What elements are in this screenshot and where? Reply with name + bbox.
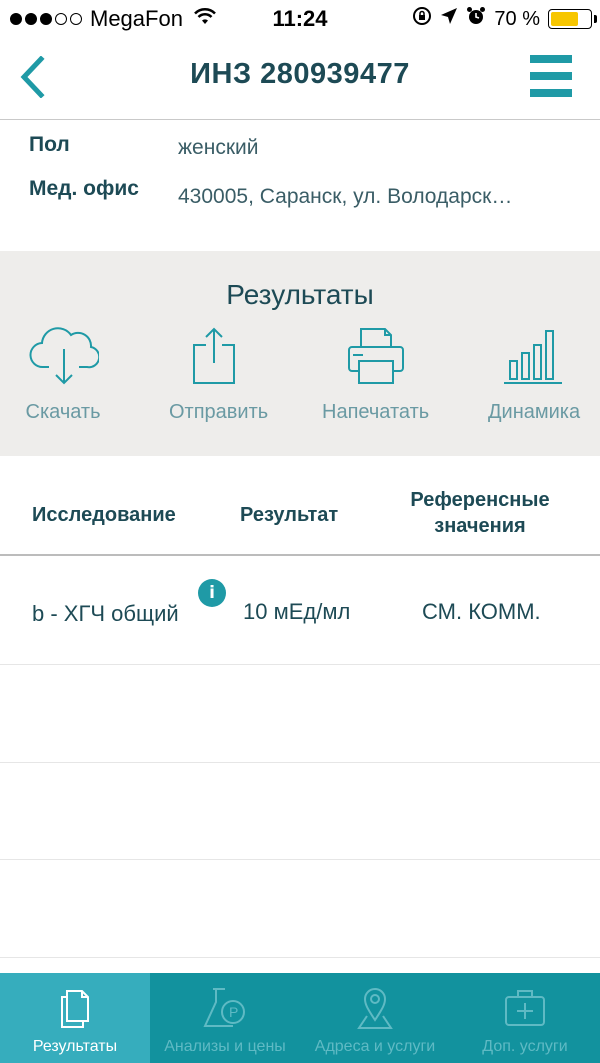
dynamics-label: Динамика (488, 401, 581, 423)
results-panel: Результаты Скачать Отправить Напечатать … (0, 251, 600, 456)
send-button[interactable]: Отправить (159, 323, 268, 424)
print-button[interactable]: Напечатать (322, 323, 429, 424)
tab-addresses[interactable]: Адреса и услуги (300, 973, 450, 1063)
tab-analyses-label: Анализы и цены (164, 1038, 286, 1055)
header-reference-line1: Референсные (410, 489, 550, 511)
location-icon (440, 7, 458, 31)
header-reference: Референсные значения (390, 487, 570, 539)
table-row[interactable]: b - ХГЧ общий i 10 мЕд/мл СМ. КОММ. (0, 557, 600, 665)
nav-bar: ИНЗ 280939477 (0, 38, 600, 120)
status-bar: MegaFon 11:24 70 % (0, 0, 600, 38)
page-title: ИНЗ 280939477 (190, 58, 410, 90)
tab-extra-services[interactable]: Доп. услуги (450, 973, 600, 1063)
test-reference: СМ. КОММ. (422, 599, 541, 624)
empty-row (0, 665, 600, 763)
info-icon[interactable]: i (198, 579, 226, 607)
tab-results-label: Результаты (32, 1038, 118, 1055)
map-pin-icon (350, 985, 400, 1031)
document-icon (50, 985, 100, 1031)
menu-button[interactable] (530, 55, 572, 97)
gender-label: Пол (29, 133, 70, 156)
gender-row: Пол женский (29, 133, 258, 160)
gender-value: женский (178, 136, 259, 159)
flask-icon: P (200, 985, 250, 1031)
medical-kit-icon (500, 985, 550, 1031)
office-row: Мед. офис 430005, Саранск, ул. Володарск… (29, 177, 512, 209)
share-icon (174, 323, 254, 389)
office-label: Мед. офис (29, 177, 139, 200)
send-label: Отправить (169, 401, 269, 423)
status-right: 70 % (412, 6, 597, 32)
battery-percent: 70 % (494, 7, 540, 30)
office-value[interactable]: 430005, Саранск, ул. Володарск… (178, 185, 512, 209)
tab-results[interactable]: Результаты (0, 973, 150, 1063)
empty-row (0, 763, 600, 860)
test-name: b - ХГЧ общий (32, 601, 179, 626)
tab-extra-services-label: Доп. услуги (482, 1038, 568, 1055)
test-result: 10 мЕд/мл (243, 599, 351, 624)
header-reference-line2: значения (434, 515, 526, 537)
print-label: Напечатать (322, 401, 430, 423)
tab-analyses[interactable]: P Анализы и цены (150, 973, 300, 1063)
results-table-header: Исследование Результат Референсные значе… (0, 456, 600, 556)
download-button[interactable]: Скачать (24, 323, 104, 424)
header-test: Исследование (32, 504, 176, 526)
printer-icon (336, 323, 416, 389)
rotation-lock-icon (412, 6, 432, 32)
bar-chart-icon (494, 323, 574, 389)
tab-bar: Результаты P Анализы и цены Адреса и усл… (0, 973, 600, 1063)
dynamics-button[interactable]: Динамика (488, 323, 580, 424)
battery-icon (548, 9, 597, 29)
empty-row (0, 860, 600, 958)
cloud-download-icon (24, 323, 104, 389)
header-result: Результат (240, 504, 339, 526)
battery-fill (551, 12, 578, 26)
download-label: Скачать (25, 401, 101, 423)
tab-addresses-label: Адреса и услуги (314, 1038, 436, 1055)
hamburger-icon (530, 55, 572, 63)
results-title: Результаты (226, 279, 374, 310)
svg-text:P: P (229, 1004, 238, 1020)
patient-info: Пол женский Мед. офис 430005, Саранск, у… (0, 121, 600, 251)
alarm-icon (466, 6, 486, 32)
